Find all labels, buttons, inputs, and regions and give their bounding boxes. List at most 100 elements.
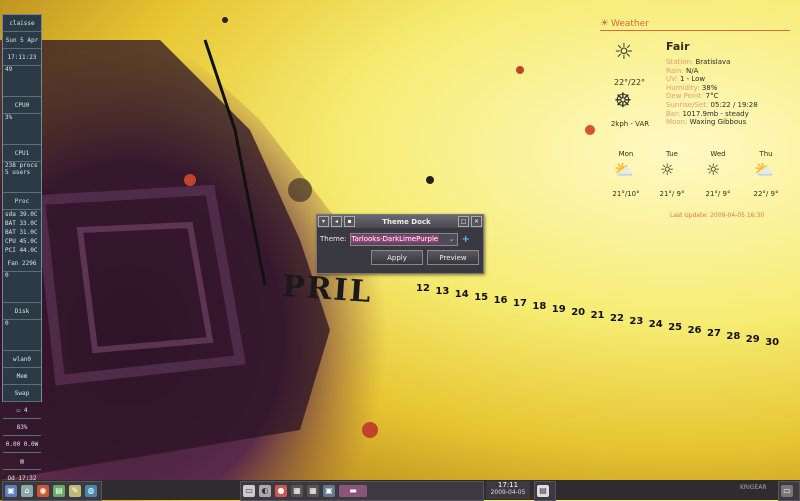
sun-icon: ☀ — [600, 18, 609, 29]
calendar-day: 15 — [474, 292, 489, 303]
sun-icon: ☼ — [706, 160, 721, 179]
forecast-day: Wed ☼ 21°/ 9° — [698, 150, 738, 198]
detail-key: Rain: — [666, 66, 684, 75]
calendar-day: 16 — [493, 295, 508, 306]
lock-icon[interactable]: ▪ — [344, 216, 355, 227]
forecast-day-label: Wed — [710, 150, 726, 158]
sensor-pci: PCI 44.0C — [5, 247, 38, 254]
chevron-down-icon[interactable]: ⌄ — [447, 235, 457, 243]
calendar-day: 23 — [629, 316, 644, 327]
maximize-icon[interactable]: □ — [458, 216, 469, 227]
forecast-day-label: Thu — [759, 150, 773, 158]
preview-button[interactable]: Preview — [427, 250, 479, 265]
procs-count: 238 procs — [5, 162, 38, 169]
battery-value: 4 — [23, 406, 28, 414]
media-icon[interactable]: ◐ — [259, 485, 271, 497]
load-graph: 49 — [3, 66, 41, 97]
active-task-button[interactable]: ▬ — [339, 485, 367, 497]
drive-icon[interactable]: ▭ — [243, 485, 255, 497]
sensor-cpu: CPU 45.0C — [5, 238, 38, 245]
fan-graph: 0 — [3, 272, 41, 303]
disk-graph: 0 — [3, 320, 41, 351]
notes-tray: ▤ — [534, 481, 556, 501]
brand-label: KRIGEAR — [740, 484, 767, 491]
menu-icon[interactable]: ▾ — [318, 216, 329, 227]
desktop-pager-icon[interactable]: ▦ — [291, 485, 303, 497]
battery-icon: ▭ — [16, 406, 21, 414]
theme-label: Theme: — [320, 235, 347, 243]
flag-icon[interactable]: ▤ — [3, 453, 41, 470]
battery-row: ▭ 4 — [3, 402, 41, 419]
detail-value: N/A — [685, 66, 699, 75]
weather-widget: ☀ Weather ☼ 22°/22° Fair Station: Bratis… — [600, 18, 790, 228]
globe-icon[interactable]: ◍ — [85, 485, 97, 497]
calendar-day: 19 — [551, 304, 566, 315]
load-value: 49 — [5, 66, 13, 73]
taskbar-clock[interactable]: 17:11 2009-04-05 — [486, 481, 530, 499]
forecast-day-label: Tue — [666, 150, 678, 158]
weather-header: ☀ Weather — [600, 18, 790, 31]
window-icon[interactable]: ▣ — [323, 485, 335, 497]
terminal-icon[interactable]: ▣ — [5, 485, 17, 497]
detail-key: Moon: — [666, 118, 688, 127]
cpu0-graph: 3% — [3, 114, 41, 145]
battery-percent: 83% — [3, 419, 41, 436]
desktop-pager-icon[interactable]: ▦ — [307, 485, 319, 497]
detail-value: 1 - Low — [679, 75, 706, 84]
notes-icon[interactable]: ▤ — [537, 485, 549, 497]
calendar-day: 30 — [765, 337, 780, 348]
theme-row: Theme: Tarlooks-DarkLimePurple ⌄ + — [317, 231, 483, 247]
calendar-day: 24 — [648, 319, 663, 330]
calendar-day: 18 — [532, 301, 547, 312]
calendar-day: 14 — [454, 289, 469, 300]
forecast-day: Tue ☼ 21°/ 9° — [652, 150, 692, 198]
proc-label: Proc — [3, 193, 41, 210]
forecast-temp: 21°/ 9° — [705, 190, 731, 198]
show-desktop-icon[interactable]: ▭ — [781, 485, 793, 497]
theme-value: Tarlooks-DarkLimePurple — [350, 235, 440, 243]
proc-graph: 238 procs 5 users — [3, 162, 41, 193]
close-icon[interactable]: ✕ — [471, 216, 482, 227]
apply-button[interactable]: Apply — [371, 250, 423, 265]
last-update: Last Update: 2009-04-05 16:30 — [670, 212, 765, 219]
detail-value: 1017.9mb - steady — [682, 109, 749, 118]
file-manager-icon[interactable]: ▤ — [53, 485, 65, 497]
calendar-day: 29 — [745, 334, 760, 345]
calendar-day: 28 — [726, 331, 741, 342]
detail-value: 05:22 / 19:28 — [710, 100, 758, 109]
sensor-bat2: BAT 31.0C — [5, 229, 38, 236]
detail-value: Bratislava — [695, 58, 731, 66]
weather-title: Weather — [610, 18, 649, 29]
disk-value: 0 — [5, 320, 9, 327]
disk-label: Disk — [3, 303, 41, 320]
clock-time: 17:11 — [497, 481, 519, 489]
detail-key: Humidity: — [666, 83, 700, 92]
app-icon[interactable]: ● — [275, 485, 287, 497]
forecast-temp: 21°/10° — [612, 190, 640, 198]
editor-icon[interactable]: ✎ — [69, 485, 81, 497]
detail-key: Station: — [666, 58, 694, 66]
home-icon[interactable]: ⌂ — [21, 485, 33, 497]
calendar-day: 21 — [590, 310, 605, 321]
dialog-title: Theme Dock — [382, 217, 431, 226]
forecast-temp: 22°/ 9° — [753, 190, 779, 198]
system-monitor-panel: claisse Sun 5 Apr 17:11:23 49 CPU0 3% CP… — [2, 14, 42, 487]
calendar-day: 12 — [416, 283, 430, 294]
fan-label: Fan 2296 — [3, 255, 41, 272]
shade-icon[interactable]: ◂ — [331, 216, 342, 227]
partly-cloudy-icon: ⛅ — [614, 160, 634, 179]
current-temp: 22°/22° — [614, 78, 646, 87]
forecast-day-label: Mon — [618, 150, 634, 158]
theme-select[interactable]: Tarlooks-DarkLimePurple ⌄ — [349, 232, 458, 246]
swap-bar: Swap — [3, 385, 41, 402]
show-desktop: ▭ — [778, 481, 800, 501]
add-icon[interactable]: + — [462, 234, 470, 245]
cpu1-label: CPU1 — [3, 145, 41, 162]
partly-cloudy-icon: ⛅ — [754, 160, 774, 179]
dialog-titlebar[interactable]: ▾ ◂ ▪ Theme Dock □ ✕ — [317, 215, 483, 228]
calendar-day: 25 — [668, 322, 683, 333]
calendar-day: 13 — [435, 286, 450, 297]
taskbar: ▣ ⌂ ◉ ▤ ✎ ◍ ▭ ◐ ● ▦ ▦ ▣ ▬ 17:11 2009-04-… — [0, 480, 800, 501]
browser-icon[interactable]: ◉ — [37, 485, 49, 497]
condition: Fair — [666, 40, 690, 53]
